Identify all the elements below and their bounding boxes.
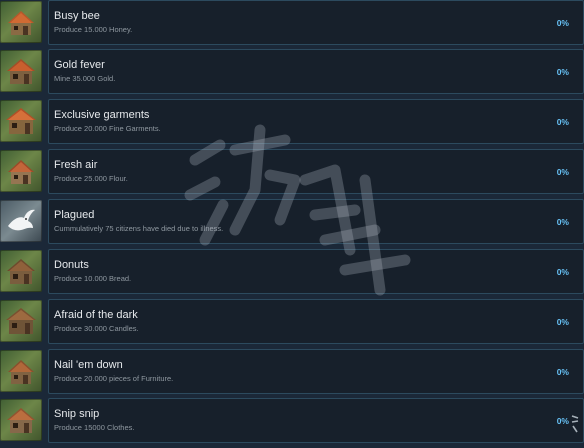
achievement-card: Nail 'em down Produce 20.000 pieces of F… <box>48 349 584 394</box>
achievement-description: Produce 15000 Clothes. <box>54 423 135 432</box>
house-icon <box>0 250 42 292</box>
achievement-title: Afraid of the dark <box>54 309 138 321</box>
achievement-title: Gold fever <box>54 59 105 71</box>
achievement-percent: 0% <box>556 67 569 77</box>
house-icon <box>0 100 42 142</box>
achievement-percent: 0% <box>556 367 569 377</box>
achievement-row[interactable]: Donuts Produce 10.000 Bread. 0% <box>0 249 584 299</box>
achievement-card: Snip snip Produce 15000 Clothes. 0% <box>48 398 584 443</box>
achievement-card: Plagued Cummulatively 75 citizens have d… <box>48 199 584 244</box>
achievement-percent: 0% <box>556 18 569 28</box>
achievement-percent: 0% <box>556 416 569 426</box>
achievement-description: Produce 20.000 Fine Garments. <box>54 124 161 133</box>
achievement-title: Donuts <box>54 259 89 271</box>
achievement-card: Gold fever Mine 35.000 Gold. 0% <box>48 49 584 94</box>
achievement-row[interactable]: Plagued Cummulatively 75 citizens have d… <box>0 199 584 249</box>
house-icon <box>0 300 42 342</box>
achievement-title: Plagued <box>54 209 95 221</box>
achievement-row[interactable]: Nail 'em down Produce 20.000 pieces of F… <box>0 349 584 399</box>
achievement-title: Busy bee <box>54 10 100 22</box>
achievement-row[interactable]: Afraid of the dark Produce 30.000 Candle… <box>0 299 584 349</box>
achievement-card: Donuts Produce 10.000 Bread. 0% <box>48 249 584 294</box>
achievement-percent: 0% <box>556 317 569 327</box>
achievement-description: Produce 15.000 Honey. <box>54 25 133 34</box>
achievement-row[interactable]: Snip snip Produce 15000 Clothes. 0% <box>0 398 584 448</box>
achievement-description: Produce 20.000 pieces of Furniture. <box>54 374 174 383</box>
house-icon <box>0 1 42 43</box>
house-icon <box>0 150 42 192</box>
achievement-list: Busy bee Produce 15.000 Honey. 0% Gold f… <box>0 0 584 443</box>
achievement-card: Fresh air Produce 25.000 Flour. 0% <box>48 149 584 194</box>
achievement-title: Exclusive garments <box>54 109 150 121</box>
achievement-card: Afraid of the dark Produce 30.000 Candle… <box>48 299 584 344</box>
achievement-row[interactable]: Fresh air Produce 25.000 Flour. 0% <box>0 149 584 199</box>
achievement-description: Mine 35.000 Gold. <box>54 74 116 83</box>
achievement-percent: 0% <box>556 167 569 177</box>
house-icon <box>0 50 42 92</box>
achievement-title: Nail 'em down <box>54 359 123 371</box>
achievement-row[interactable]: Busy bee Produce 15.000 Honey. 0% <box>0 0 584 50</box>
achievement-percent: 0% <box>556 117 569 127</box>
achievement-row[interactable]: Gold fever Mine 35.000 Gold. 0% <box>0 49 584 99</box>
achievement-card: Exclusive garments Produce 20.000 Fine G… <box>48 99 584 144</box>
achievement-row[interactable]: Exclusive garments Produce 20.000 Fine G… <box>0 99 584 149</box>
house-icon <box>0 399 42 441</box>
dove-icon <box>0 200 42 242</box>
achievement-percent: 0% <box>556 217 569 227</box>
achievement-card: Busy bee Produce 15.000 Honey. 0% <box>48 0 584 45</box>
achievement-title: Snip snip <box>54 408 100 420</box>
achievement-description: Produce 25.000 Flour. <box>54 174 128 183</box>
watermark-edge <box>570 414 580 434</box>
house-icon <box>0 350 42 392</box>
achievement-title: Fresh air <box>54 159 98 171</box>
achievement-description: Cummulatively 75 citizens have died due … <box>54 224 224 233</box>
achievement-percent: 0% <box>556 267 569 277</box>
achievement-description: Produce 10.000 Bread. <box>54 274 132 283</box>
achievement-description: Produce 30.000 Candles. <box>54 324 139 333</box>
